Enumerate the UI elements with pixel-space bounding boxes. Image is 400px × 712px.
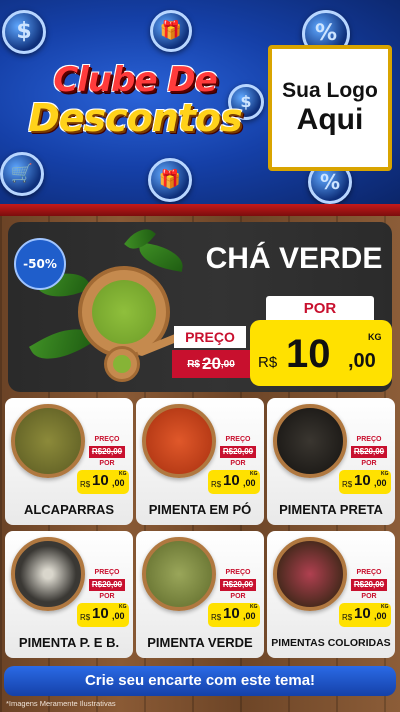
card-name: PIMENTAS COLORIDAS xyxy=(271,637,391,649)
card-old-price: R$20,00 xyxy=(89,579,125,591)
create-flyer-button[interactable]: Crie seu encarte com este tema! xyxy=(4,666,396,696)
product-bowl xyxy=(11,537,85,611)
featured-new-price: R$ 10 ,00 KG xyxy=(250,320,392,386)
card-old-label: PREÇO xyxy=(225,569,251,576)
gift-coin-icon: 🎁 xyxy=(148,158,192,202)
product-card: PREÇO R$20,00 POR R$ 10 ,00 KG PIMENTA P… xyxy=(267,398,395,525)
product-card: PREÇO R$20,00 POR R$ 10 ,00 KG PIMENTA P… xyxy=(5,531,133,658)
discount-badge: -50% xyxy=(14,238,66,290)
card-old-label: PREÇO xyxy=(94,436,120,443)
card-old-price: R$20,00 xyxy=(351,446,387,458)
disclaimer-text: *Imagens Meramente Ilustrativas xyxy=(6,699,116,708)
card-unit: KG xyxy=(250,604,258,610)
card-new-label: POR xyxy=(361,460,377,467)
new-int: 10 xyxy=(286,332,331,376)
logo-placeholder: Sua Logo Aqui xyxy=(268,45,392,171)
product-bowl xyxy=(142,404,216,478)
card-currency: R$ xyxy=(80,613,91,622)
card-cents: ,00 xyxy=(243,611,256,621)
tea-spoon xyxy=(104,346,140,382)
product-card: PREÇO R$20,00 POR R$ 10 ,00 KG PIMENTAS … xyxy=(267,531,395,658)
card-unit: KG xyxy=(250,471,258,477)
title-line-2: Descontos xyxy=(28,96,243,140)
new-cents: ,00 xyxy=(348,350,376,372)
card-int: 10 xyxy=(354,605,371,622)
card-cents: ,00 xyxy=(374,478,387,488)
card-new-price: R$ 10 ,00 KG xyxy=(77,470,129,494)
new-unit: KG xyxy=(368,332,382,342)
card-new-label: POR xyxy=(230,460,246,467)
card-old-label: PREÇO xyxy=(356,436,382,443)
card-new-label: POR xyxy=(361,593,377,600)
card-name: ALCAPARRAS xyxy=(23,502,115,517)
card-old-price: R$20,00 xyxy=(351,579,387,591)
title-line-1: Clube De xyxy=(53,60,217,100)
header-banner: $ 🎁 % 🛒 🎁 % $ Clube De Descontos Sua Log… xyxy=(0,0,400,210)
header-divider xyxy=(0,204,400,216)
featured-name: CHÁ VERDE xyxy=(205,242,383,275)
card-int: 10 xyxy=(223,605,240,622)
card-new-label: POR xyxy=(230,593,246,600)
card-cents: ,00 xyxy=(243,478,256,488)
card-unit: KG xyxy=(119,471,127,477)
card-currency: R$ xyxy=(211,613,222,622)
card-unit: KG xyxy=(381,604,389,610)
logo-line-1: Sua Logo xyxy=(282,79,378,102)
product-bowl xyxy=(11,404,85,478)
card-currency: R$ xyxy=(342,480,353,489)
card-int: 10 xyxy=(354,472,371,489)
logo-line-2: Aqui xyxy=(296,103,364,136)
old-currency: R$ xyxy=(187,358,200,370)
product-bowl xyxy=(273,537,347,611)
card-old-price: R$20,00 xyxy=(220,446,256,458)
card-name: PIMENTA P. E B. xyxy=(18,635,120,650)
card-name: PIMENTA EM PÓ xyxy=(148,502,252,517)
card-new-price: R$ 10 ,00 KG xyxy=(339,603,391,627)
card-unit: KG xyxy=(119,604,127,610)
card-int: 10 xyxy=(92,472,109,489)
old-int: 20 xyxy=(201,354,221,373)
card-new-price: R$ 10 ,00 KG xyxy=(339,470,391,494)
card-currency: R$ xyxy=(211,480,222,489)
featured-new-label: POR xyxy=(266,296,374,320)
dollar-coin-icon: $ xyxy=(2,10,46,54)
card-unit: KG xyxy=(381,471,389,477)
card-name: PIMENTA PRETA xyxy=(279,502,383,517)
card-old-price: R$20,00 xyxy=(220,579,256,591)
club-title: Clube De Descontos xyxy=(10,60,260,140)
card-currency: R$ xyxy=(80,480,91,489)
card-old-label: PREÇO xyxy=(225,436,251,443)
card-new-label: POR xyxy=(99,593,115,600)
card-new-price: R$ 10 ,00 KG xyxy=(208,470,260,494)
card-cents: ,00 xyxy=(112,478,125,488)
tea-powder xyxy=(92,280,156,344)
card-int: 10 xyxy=(92,605,109,622)
card-name: PIMENTA VERDE xyxy=(147,635,253,650)
card-old-price: R$20,00 xyxy=(89,446,125,458)
card-old-label: PREÇO xyxy=(356,569,382,576)
product-card: PREÇO R$20,00 POR R$ 10 ,00 KG PIMENTA E… xyxy=(136,398,264,525)
featured-old-label: PREÇO xyxy=(174,326,246,348)
product-card: PREÇO R$20,00 POR R$ 10 ,00 KG PIMENTA V… xyxy=(136,531,264,658)
cart-coin-icon: 🛒 xyxy=(0,152,44,196)
card-old-label: PREÇO xyxy=(94,569,120,576)
gift-coin-icon: 🎁 xyxy=(150,10,192,52)
product-bowl xyxy=(273,404,347,478)
card-new-price: R$ 10 ,00 KG xyxy=(208,603,260,627)
card-new-label: POR xyxy=(99,460,115,467)
new-currency: R$ xyxy=(258,354,278,371)
card-cents: ,00 xyxy=(374,611,387,621)
product-bowl xyxy=(142,537,216,611)
product-card: PREÇO R$20,00 POR R$ 10 ,00 KG ALCAPARRA… xyxy=(5,398,133,525)
card-int: 10 xyxy=(223,472,240,489)
card-cents: ,00 xyxy=(112,611,125,621)
card-currency: R$ xyxy=(342,613,353,622)
featured-old-price: R$ 20 ,00 xyxy=(172,350,250,378)
tea-leaf xyxy=(136,242,186,272)
card-new-price: R$ 10 ,00 KG xyxy=(77,603,129,627)
old-cents: ,00 xyxy=(220,358,235,370)
